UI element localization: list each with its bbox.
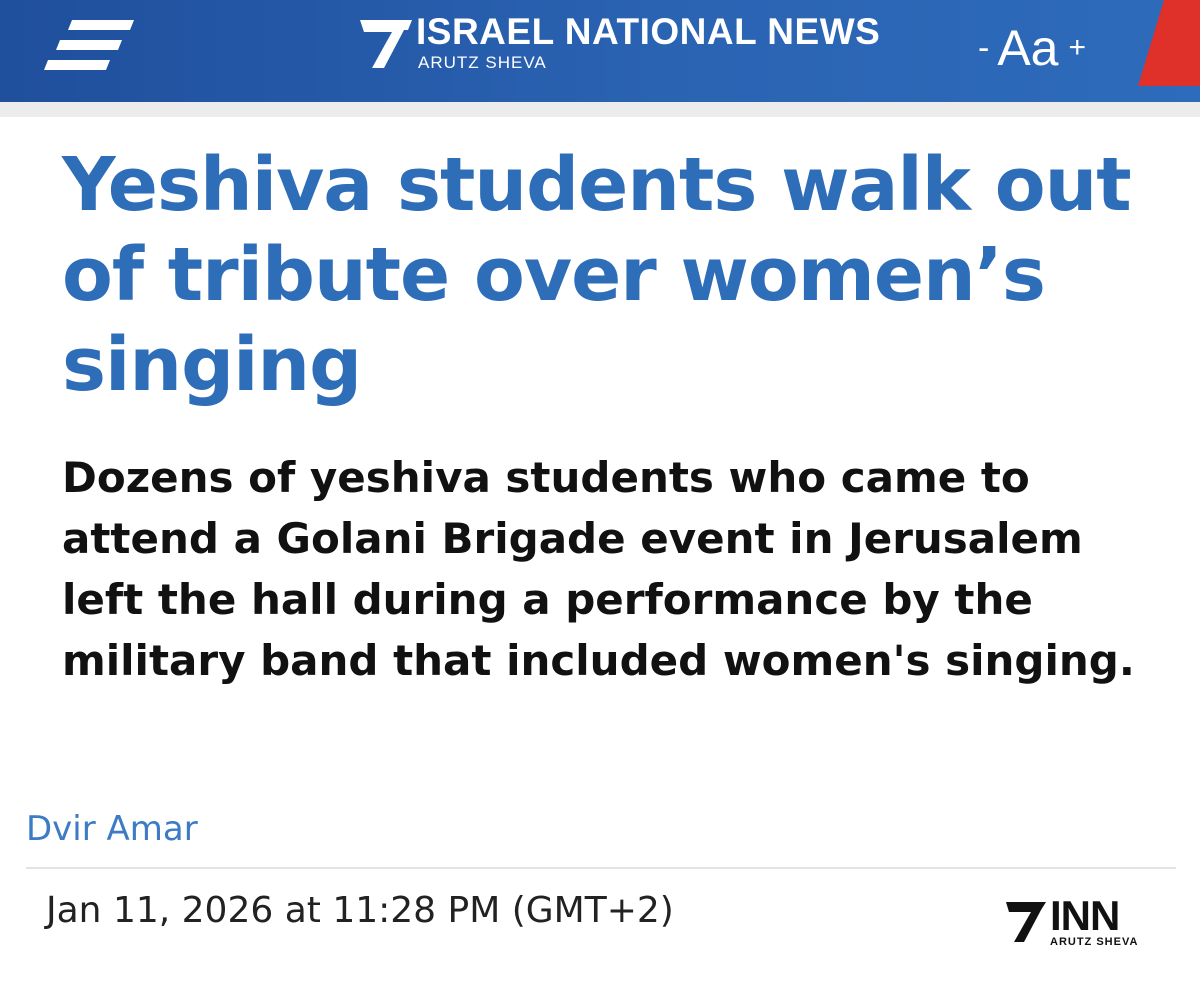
brand-name: ISRAEL NATIONAL NEWS [416, 11, 881, 52]
header-divider [0, 102, 1200, 117]
site-logo[interactable]: ISRAEL NATIONAL NEWS ARUTZ SHEVA [358, 10, 880, 80]
red-corner-tab[interactable] [1138, 0, 1200, 86]
hamburger-menu-icon[interactable] [38, 16, 138, 76]
font-decrease-button[interactable]: - [978, 29, 989, 68]
inn-logo: INN ARUTZ SHEVA [1004, 892, 1154, 952]
inn-logo-subtitle: ARUTZ SHEVA [1050, 936, 1139, 948]
publish-date: Jan 11, 2026 at 11:28 PM (GMT+2) [46, 890, 674, 931]
font-size-label[interactable]: Aa [997, 19, 1058, 77]
article-headline: Yeshiva students walk out of tribute ove… [62, 142, 1132, 408]
article-subheadline: Dozens of yeshiva students who came to a… [62, 453, 1135, 685]
inn-seven-mark-icon [1006, 902, 1046, 942]
inn-logo-name: INN [1050, 892, 1120, 939]
top-navigation-bar: ISRAEL NATIONAL NEWS ARUTZ SHEVA - Aa + [0, 0, 1200, 102]
byline-divider [26, 867, 1176, 869]
brand-subtitle: ARUTZ SHEVA [418, 53, 547, 72]
logo-seven-mark-icon [360, 20, 412, 68]
author-link[interactable]: Dvir Amar [26, 806, 198, 852]
font-size-controls: - Aa + [978, 18, 1086, 78]
font-increase-button[interactable]: + [1069, 31, 1087, 65]
